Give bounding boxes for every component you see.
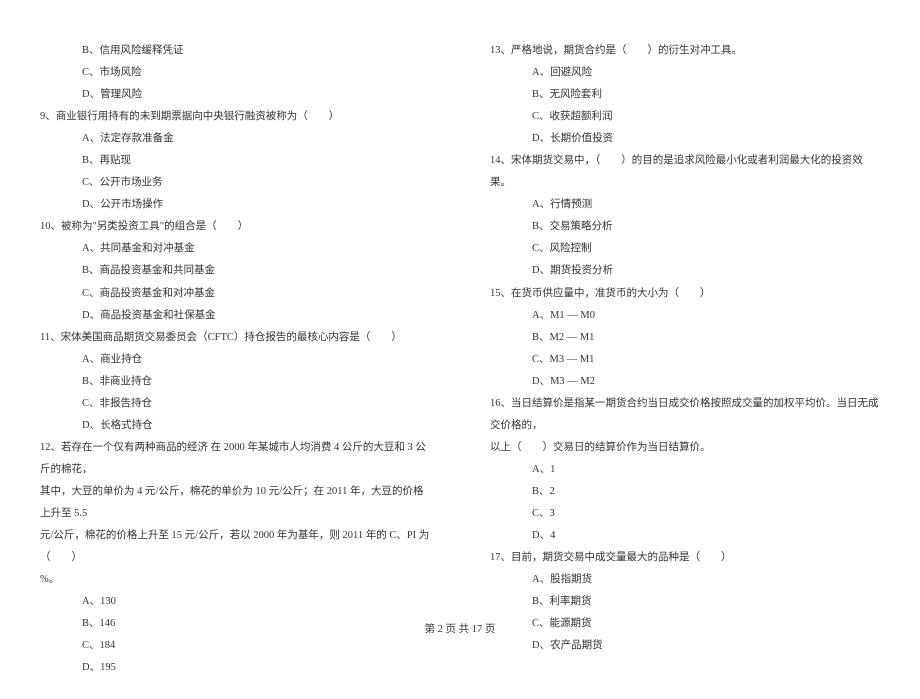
q12-stem-line4: %。 [40,569,430,591]
q11-option-a: A、商业持仓 [40,349,430,371]
q8-option-c: C、市场风险 [40,62,430,84]
q17-option-a: A、股指期货 [490,569,880,591]
q17-option-b: B、利率期货 [490,591,880,613]
q13-option-a: A、回避风险 [490,62,880,84]
q8-option-d: D、管理风险 [40,84,430,106]
q11-option-c: C、非报告持仓 [40,393,430,415]
q8-option-b: B、信用风险缓释凭证 [40,40,430,62]
q15-option-a: A、M1 — M0 [490,305,880,327]
q10-option-b: B、商品投资基金和共同基金 [40,260,430,282]
q17-option-d: D、农产品期货 [490,635,880,657]
q9-option-b: B、再贴现 [40,150,430,172]
q10-option-c: C、商品投资基金和对冲基金 [40,283,430,305]
page-footer: 第 2 页 共 17 页 [0,621,920,636]
q13-stem: 13、严格地说，期货合约是（ ）的衍生对冲工具。 [490,40,880,62]
q16-option-b: B、2 [490,481,880,503]
page-content: B、信用风险缓释凭证 C、市场风险 D、管理风险 9、商业银行用持有的未到期票据… [0,0,920,699]
left-column: B、信用风险缓释凭证 C、市场风险 D、管理风险 9、商业银行用持有的未到期票据… [40,40,430,679]
q12-stem-line3: 元/公斤，棉花的价格上升至 15 元/公斤，若以 2000 年为基年，则 201… [40,525,430,569]
q11-stem: 11、宋体美国商品期货交易委员会（CFTC）持仓报告的最核心内容是（ ） [40,327,430,349]
q12-option-a: A、130 [40,591,430,613]
q10-option-a: A、共同基金和对冲基金 [40,238,430,260]
q12-option-d: D、195 [40,657,430,679]
q14-stem: 14、宋体期货交易中，（ ）的目的是追求风险最小化或者利润最大化的投资效果。 [490,150,880,194]
q15-option-d: D、M3 — M2 [490,371,880,393]
q9-option-d: D、公开市场操作 [40,194,430,216]
q11-option-b: B、非商业持仓 [40,371,430,393]
q17-stem: 17、目前，期货交易中成交量最大的品种是（ ） [490,547,880,569]
q10-stem: 10、被称为"另类投资工具"的组合是（ ） [40,216,430,238]
q9-option-c: C、公开市场业务 [40,172,430,194]
q13-option-b: B、无风险套利 [490,84,880,106]
q16-stem-line2: 以上（ ）交易日的结算价作为当日结算价。 [490,437,880,459]
q16-option-a: A、1 [490,459,880,481]
q11-option-d: D、长格式持仓 [40,415,430,437]
q15-option-c: C、M3 — M1 [490,349,880,371]
q9-option-a: A、法定存款准备金 [40,128,430,150]
q12-stem-line2: 其中，大豆的单价为 4 元/公斤，棉花的单价为 10 元/公斤；在 2011 年… [40,481,430,525]
q16-option-d: D、4 [490,525,880,547]
q15-stem: 15、在货币供应量中，准货币的大小为（ ） [490,283,880,305]
q12-stem-line1: 12、若存在一个仅有两种商品的经济 在 2000 年某城市人均消费 4 公斤的大… [40,437,430,481]
q13-option-c: C、收获超额利润 [490,106,880,128]
q15-option-b: B、M2 — M1 [490,327,880,349]
q14-option-d: D、期货投资分析 [490,260,880,282]
q14-option-a: A、行情预测 [490,194,880,216]
q9-stem: 9、商业银行用持有的未到期票据向中央银行融资被称为（ ） [40,106,430,128]
q14-option-b: B、交易策略分析 [490,216,880,238]
q14-option-c: C、风险控制 [490,238,880,260]
right-column: 13、严格地说，期货合约是（ ）的衍生对冲工具。 A、回避风险 B、无风险套利 … [490,40,880,679]
q16-option-c: C、3 [490,503,880,525]
q10-option-d: D、商品投资基金和社保基金 [40,305,430,327]
q16-stem-line1: 16、当日结算价是指某一期货合约当日成交价格按照成交量的加权平均价。当日无成交价… [490,393,880,437]
q12-option-c: C、184 [40,635,430,657]
q13-option-d: D、长期价值投资 [490,128,880,150]
